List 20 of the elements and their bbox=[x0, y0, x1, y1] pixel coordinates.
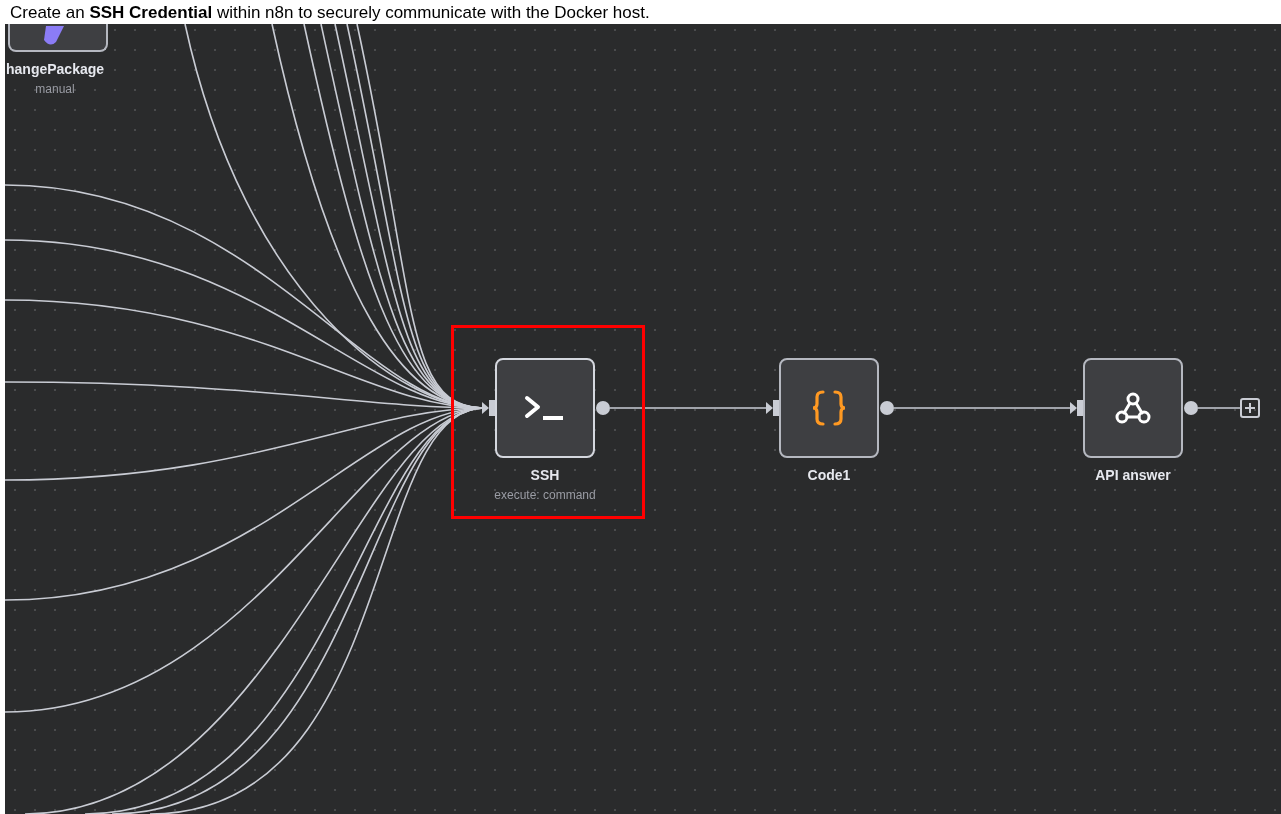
output-handle[interactable] bbox=[880, 401, 894, 415]
node-title: hangePackage bbox=[6, 60, 105, 78]
add-node-button[interactable] bbox=[1240, 398, 1260, 418]
node-subtitle: execute: command bbox=[494, 487, 596, 503]
node-title: SSH bbox=[530, 466, 560, 484]
workflow-node[interactable] bbox=[1083, 358, 1183, 458]
workflow-node[interactable] bbox=[779, 358, 879, 458]
instruction-text: Create an SSH Credential within n8n to securely communicate with the Docker host. bbox=[10, 3, 650, 21]
plus-icon bbox=[1245, 403, 1255, 413]
input-handle[interactable] bbox=[773, 400, 779, 416]
input-handle[interactable] bbox=[1077, 400, 1083, 416]
node-title: Code1 bbox=[807, 466, 851, 484]
input-handle[interactable] bbox=[489, 400, 495, 416]
workflow-node[interactable] bbox=[495, 358, 595, 458]
arrow-head-icon bbox=[482, 402, 489, 414]
output-handle[interactable] bbox=[596, 401, 610, 415]
node-title: API answer bbox=[1095, 466, 1171, 484]
workflow-node[interactable] bbox=[8, 24, 108, 52]
node-subtitle: manual bbox=[35, 81, 75, 97]
output-handle[interactable] bbox=[1184, 401, 1198, 415]
